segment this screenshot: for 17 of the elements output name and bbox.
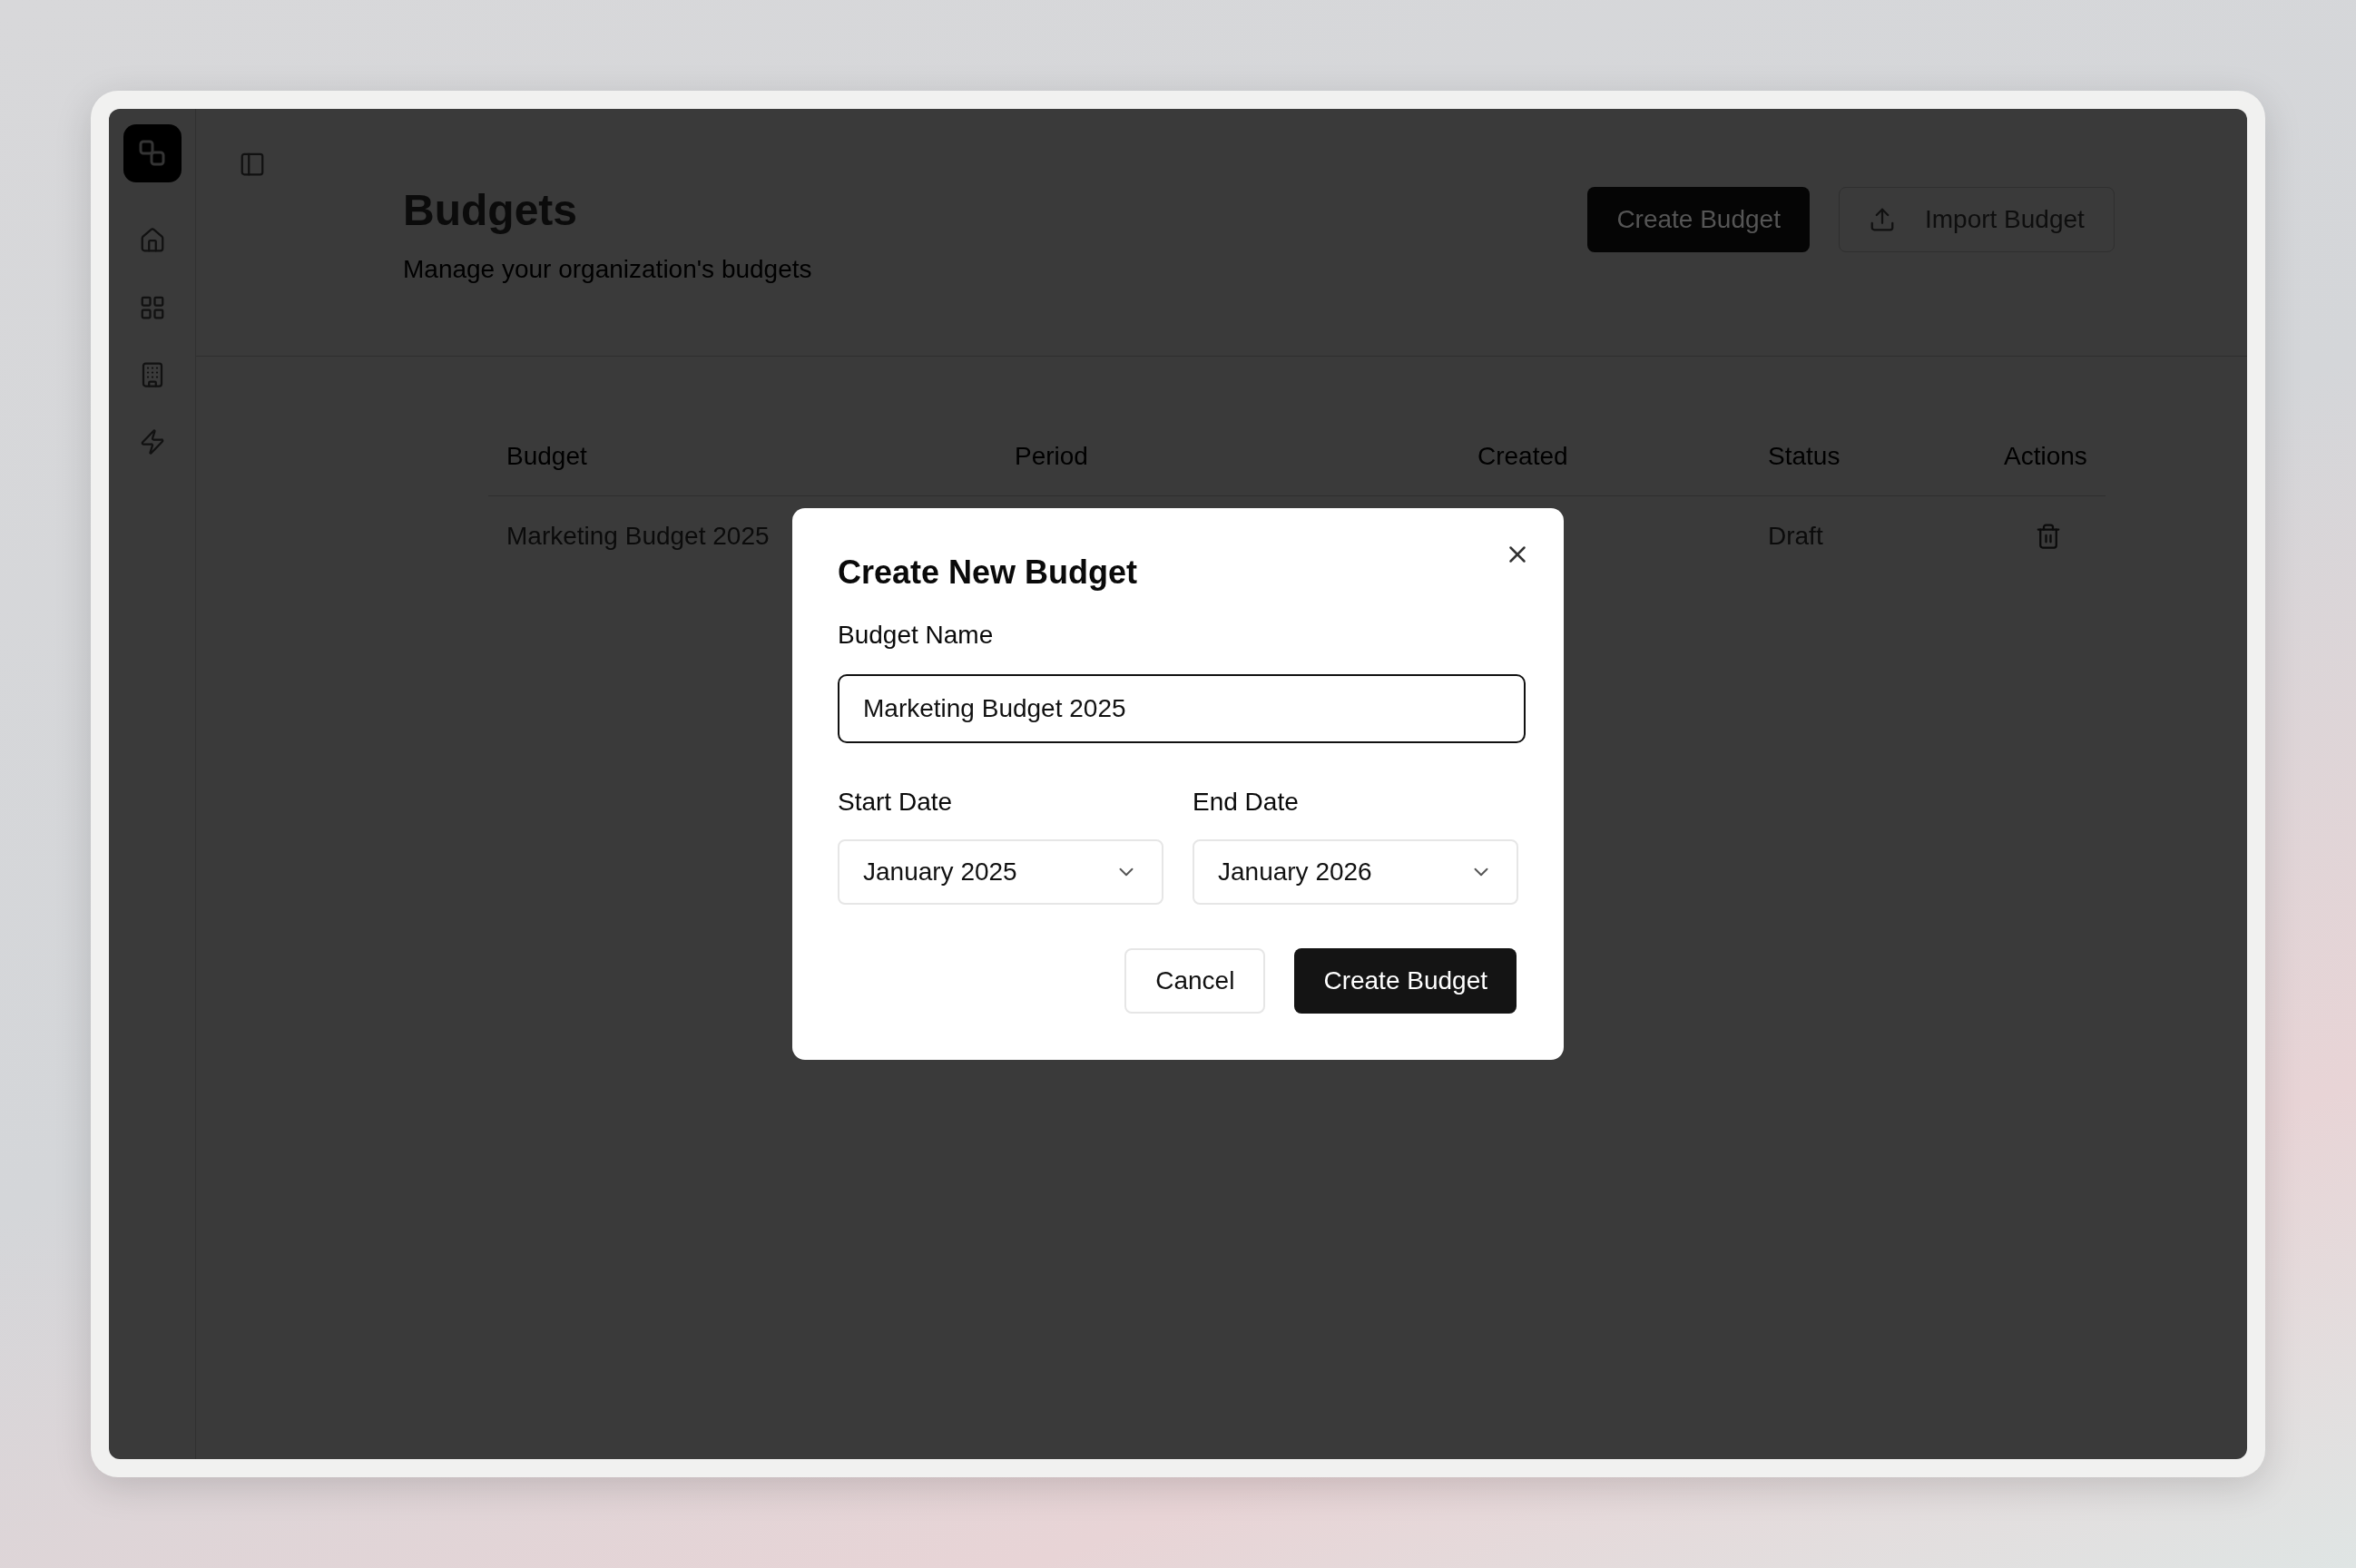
date-select[interactable]: January 2026	[1193, 839, 1518, 905]
field-label: Budget Name	[838, 620, 995, 651]
column-header: Created	[1477, 441, 1568, 470]
column-header: Budget	[506, 441, 587, 470]
create-budget-button[interactable]: Create Budget	[1294, 948, 1517, 1014]
page-subtitle: Manage your organization's budgets	[403, 254, 813, 285]
cancel-button[interactable]: Cancel	[1124, 948, 1266, 1014]
date-select[interactable]: January 2025	[838, 839, 1163, 905]
field-label: End Date	[1193, 787, 1300, 818]
column-header: Actions	[2004, 441, 2087, 470]
column-header: Status	[1768, 441, 1841, 470]
column-header: Period	[1015, 441, 1088, 470]
budget-name-field[interactable]: Marketing Budget 2025	[838, 674, 1526, 743]
dialog-title: Create New Budget	[838, 553, 1139, 593]
sidebar-toggle-icon[interactable]	[239, 151, 266, 178]
field-label: Start Date	[838, 787, 954, 818]
logo-icon	[123, 124, 182, 182]
